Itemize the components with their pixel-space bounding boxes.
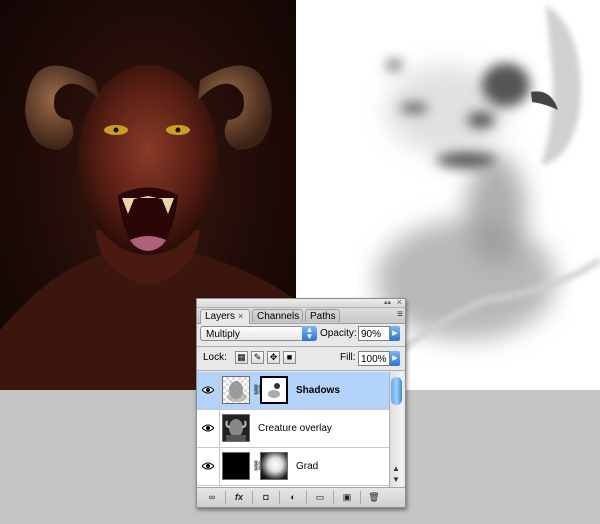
scroll-thumb[interactable] — [391, 377, 402, 405]
opacity-slider-button[interactable]: ▶ — [390, 326, 400, 341]
divider — [252, 491, 253, 504]
tab-layers-label: Layers — [205, 311, 236, 322]
divider — [279, 491, 280, 504]
mask-link-icon[interactable]: ⛓ — [252, 461, 265, 472]
new-layer-icon[interactable]: ▣ — [338, 491, 356, 504]
layer-thumbnail[interactable] — [222, 452, 250, 480]
layer-mask-thumbnail[interactable] — [260, 452, 288, 480]
layer-name: Creature overlay — [258, 423, 332, 434]
divider — [225, 491, 226, 504]
layer-name: Shadows — [296, 385, 340, 396]
opacity-field[interactable]: 90% — [358, 326, 390, 341]
layer-row-grad[interactable]: ⛓ Grad — [197, 448, 389, 486]
blend-row: Multiply ▲ ▼ Opacity: 90% ▶ — [197, 324, 405, 344]
layer-style-icon[interactable]: fx — [230, 491, 248, 504]
layer-row-shadows[interactable]: ⛓ Shadows — [197, 372, 389, 410]
panel-title-bar[interactable]: ▴▴ × — [197, 298, 405, 308]
opacity-label: Opacity: — [320, 328, 357, 339]
collapse-panel-icon[interactable]: ▴▴ — [384, 299, 391, 307]
fill-slider-button[interactable]: ▶ — [390, 351, 400, 366]
shadow-thumbnail-icon — [227, 381, 247, 402]
delete-layer-icon[interactable]: 🗑 — [365, 491, 383, 504]
eye-icon — [202, 386, 214, 394]
divider — [197, 370, 405, 371]
layer-list: ⛓ Shadows Creature overlay ⛓ Grad — [197, 372, 389, 487]
layers-toolbar: ∞ fx ◘ ◐ ▭ ▣ 🗑 — [197, 487, 405, 507]
creature-thumbnail-icon — [225, 419, 247, 441]
scroll-up-icon[interactable]: ▲ — [392, 465, 400, 473]
tab-paths[interactable]: Paths — [305, 309, 340, 322]
lock-row: Lock: ▦ ✎ ✥ ■ Fill: 100% ▶ — [197, 348, 405, 368]
eye-icon — [202, 462, 214, 470]
panel-tabs: Layers × Channels Paths ≡ — [197, 308, 405, 324]
layer-name: Grad — [296, 461, 319, 472]
visibility-toggle[interactable] — [197, 410, 220, 447]
blend-mode-value: Multiply — [206, 329, 240, 340]
divider — [306, 491, 307, 504]
fill-field[interactable]: 100% — [358, 351, 390, 366]
visibility-toggle[interactable] — [197, 372, 220, 409]
layers-scrollbar[interactable]: ▲ ▼ — [389, 372, 403, 487]
layer-thumbnail[interactable] — [222, 414, 250, 442]
lock-position-icon[interactable]: ✥ — [267, 351, 280, 364]
panel-menu-icon[interactable]: ≡ — [397, 309, 403, 321]
close-panel-icon[interactable]: × — [397, 298, 402, 307]
lock-all-icon[interactable]: ■ — [283, 351, 296, 364]
eye-icon — [202, 424, 214, 432]
add-mask-icon[interactable]: ◘ — [257, 491, 275, 504]
close-tab-icon[interactable]: × — [238, 311, 243, 321]
layer-mask-thumbnail[interactable] — [260, 376, 288, 404]
divider — [197, 346, 405, 347]
link-layers-icon[interactable]: ∞ — [203, 491, 221, 504]
lock-label: Lock: — [203, 352, 227, 363]
adjustment-layer-icon[interactable]: ◐ — [284, 491, 302, 504]
scroll-down-icon[interactable]: ▼ — [392, 476, 400, 484]
layers-panel: ▴▴ × Layers × Channels Paths ≡ Multiply ▲… — [196, 298, 406, 508]
blend-mode-select[interactable]: Multiply ▲ ▼ — [200, 326, 317, 341]
divider — [333, 491, 334, 504]
lock-transparency-icon[interactable]: ▦ — [235, 351, 248, 364]
divider — [360, 491, 361, 504]
fill-label: Fill: — [340, 352, 356, 363]
mask-link-icon[interactable]: ⛓ — [252, 385, 265, 396]
tab-layers[interactable]: Layers × — [200, 309, 250, 324]
layer-row-creature-overlay[interactable]: Creature overlay — [197, 410, 389, 448]
select-arrows-icon: ▲ ▼ — [302, 326, 317, 341]
mask-thumbnail-icon — [268, 383, 280, 398]
tab-channels[interactable]: Channels — [252, 309, 303, 322]
tab-paths-label: Paths — [310, 311, 336, 322]
new-group-icon[interactable]: ▭ — [311, 491, 329, 504]
visibility-toggle[interactable] — [197, 448, 220, 485]
layer-thumbnail[interactable] — [222, 376, 250, 404]
tab-channels-label: Channels — [257, 311, 300, 322]
lock-pixels-icon[interactable]: ✎ — [251, 351, 264, 364]
